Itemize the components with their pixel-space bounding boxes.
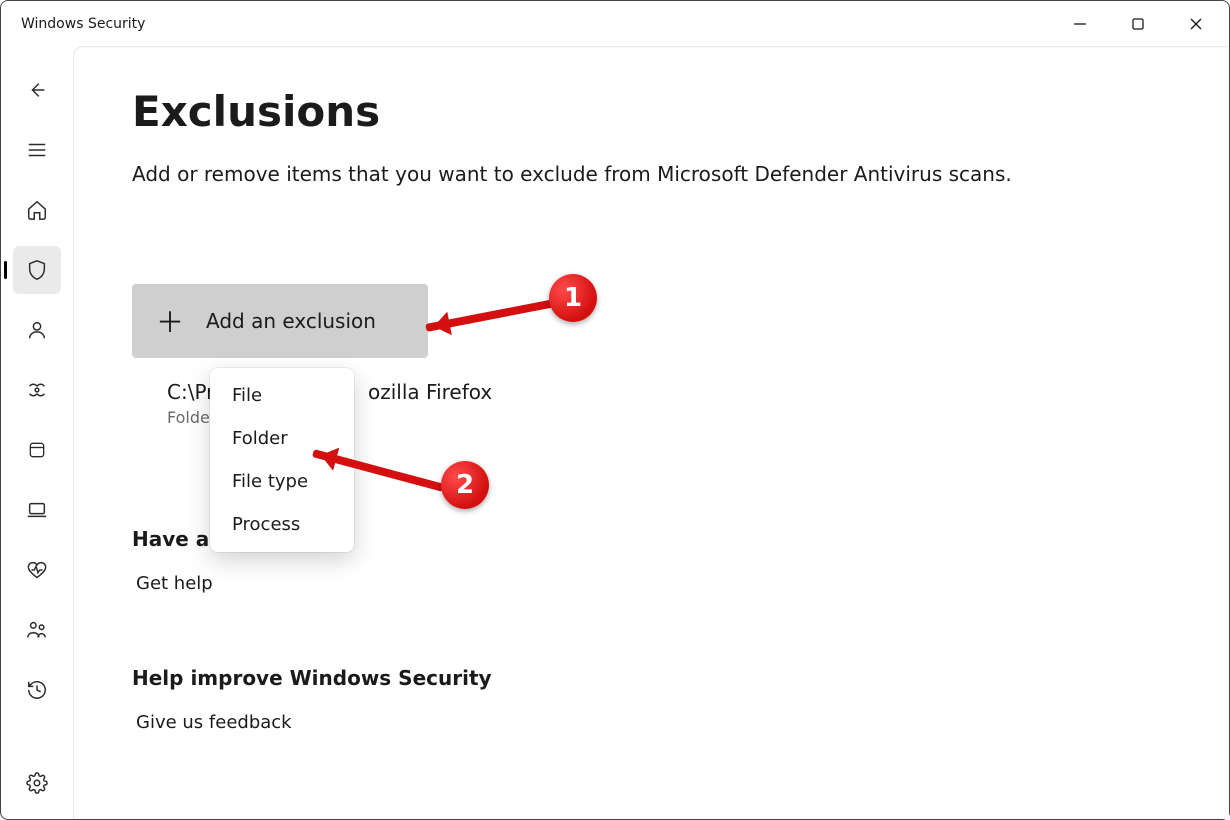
heart-icon [26, 559, 48, 581]
get-help-link[interactable]: Get help [132, 573, 213, 594]
nav-menu-button[interactable] [13, 126, 61, 174]
home-icon [26, 199, 48, 221]
person-icon [26, 319, 48, 341]
page-title: Exclusions [132, 87, 1171, 136]
add-exclusion-label: Add an exclusion [206, 309, 376, 333]
back-button[interactable] [13, 66, 61, 114]
sidebar-item-virus[interactable] [13, 246, 61, 294]
laptop-icon [26, 499, 48, 521]
maximize-button[interactable] [1109, 1, 1167, 46]
sidebar-item-firewall[interactable] [13, 366, 61, 414]
sidebar-item-device[interactable] [13, 486, 61, 534]
close-icon [1189, 17, 1203, 31]
annotation-callout-1: 1 [549, 274, 597, 322]
maximize-icon [1131, 17, 1145, 31]
network-icon [26, 379, 48, 401]
window-icon [27, 440, 47, 460]
titlebar: Windows Security [1, 1, 1229, 46]
sidebar-item-home[interactable] [13, 186, 61, 234]
back-arrow-icon [26, 79, 48, 101]
gear-icon [26, 772, 48, 794]
sidebar-item-family[interactable] [13, 606, 61, 654]
hamburger-icon [26, 139, 48, 161]
plus-icon: ＋ [156, 301, 184, 341]
sidebar-item-account[interactable] [13, 306, 61, 354]
sidebar-item-health[interactable] [13, 546, 61, 594]
window-controls [1051, 1, 1225, 46]
shield-icon [26, 259, 48, 281]
feedback-link[interactable]: Give us feedback [132, 712, 292, 733]
page-description: Add or remove items that you want to exc… [132, 162, 1171, 186]
minimize-icon [1073, 17, 1087, 31]
add-exclusion-button[interactable]: ＋ Add an exclusion [132, 284, 428, 358]
close-button[interactable] [1167, 1, 1225, 46]
family-icon [26, 619, 48, 641]
sidebar-item-history[interactable] [13, 666, 61, 714]
improve-heading: Help improve Windows Security [132, 666, 1171, 690]
window-title: Windows Security [21, 16, 145, 32]
menu-item-file[interactable]: File [210, 374, 354, 417]
menu-item-process[interactable]: Process [210, 503, 354, 546]
sidebar [1, 46, 73, 819]
sidebar-item-settings[interactable] [13, 759, 61, 807]
minimize-button[interactable] [1051, 1, 1109, 46]
sidebar-item-app[interactable] [13, 426, 61, 474]
history-icon [26, 679, 48, 701]
annotation-callout-2: 2 [441, 461, 489, 509]
